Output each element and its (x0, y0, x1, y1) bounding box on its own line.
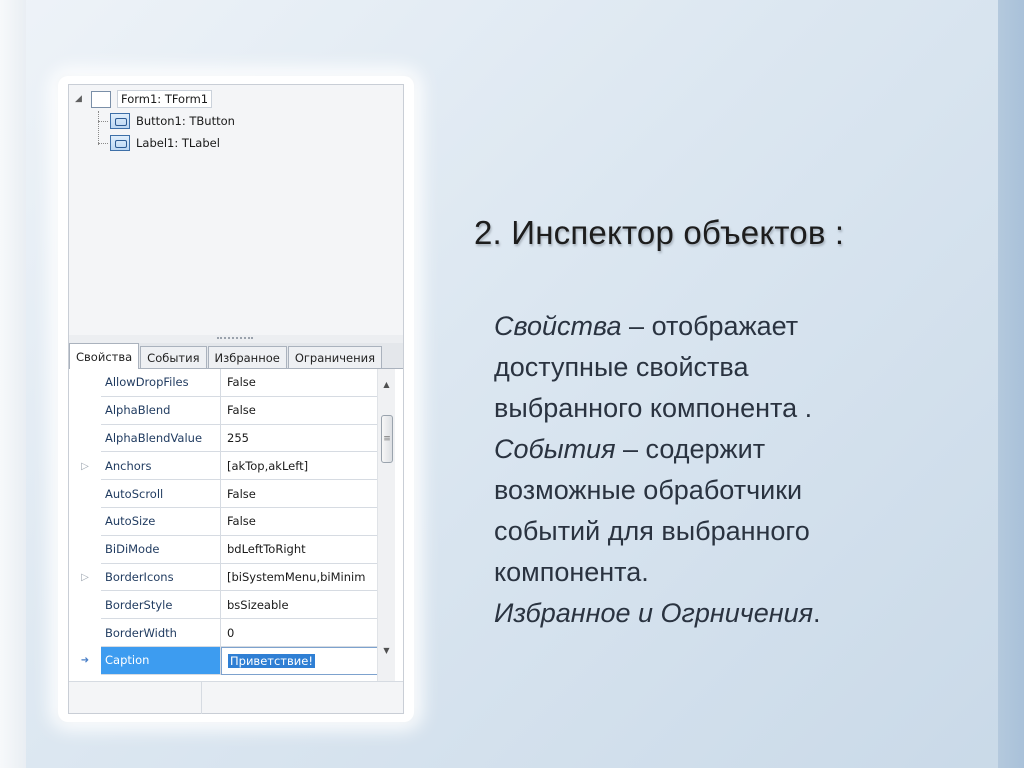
property-value[interactable]: 0 (221, 619, 387, 647)
tree-connector (98, 121, 108, 122)
row-gutter (69, 619, 101, 647)
tree-node-button1[interactable]: Button1: TButton (110, 111, 235, 131)
collapse-icon[interactable]: ◢ (75, 94, 85, 104)
selected-text[interactable]: Приветствие! (228, 653, 315, 668)
property-value-editor[interactable]: Приветствие! (221, 646, 387, 675)
property-value[interactable]: False (221, 369, 387, 397)
inspector-tabs: Свойства События Избранное Ограничения (69, 343, 403, 369)
property-row[interactable]: BorderWidth 0 (69, 619, 387, 647)
property-row[interactable]: ▷ BorderIcons [biSystemMenu,biMinim (69, 563, 387, 592)
property-grid: AllowDropFiles False AlphaBlend False Al… (69, 369, 387, 681)
property-name[interactable]: Caption (101, 646, 221, 675)
expand-arrow-icon[interactable]: ▷ (69, 563, 101, 592)
property-name[interactable]: BorderIcons (101, 563, 221, 592)
tree-node-form1[interactable]: ◢ Form1: TForm1 (75, 89, 213, 109)
expand-arrow-icon[interactable]: ▷ (69, 452, 101, 481)
scroll-up-arrow-icon[interactable]: ▲ (378, 375, 395, 393)
left-edge-strip (0, 0, 26, 768)
tree-node-label1[interactable]: Label1: TLabel (110, 133, 220, 153)
property-value[interactable]: False (221, 508, 387, 536)
row-gutter (69, 424, 101, 453)
row-gutter (69, 507, 101, 536)
row-gutter (69, 591, 101, 620)
current-row-arrow-icon: ➜ (69, 646, 101, 675)
property-row[interactable]: ▷ Anchors [akTop,akLeft] (69, 452, 387, 481)
property-value[interactable]: bsSizeable (221, 591, 387, 620)
property-name[interactable]: BorderStyle (101, 591, 221, 620)
tab-properties[interactable]: Свойства (69, 343, 140, 369)
property-row[interactable]: AutoScroll False (69, 480, 387, 508)
body-line: Свойства – отображает (494, 311, 799, 341)
right-edge-strip (998, 0, 1024, 768)
property-name[interactable]: Anchors (101, 452, 221, 481)
slide-title: 2. Инспектор объектов : (474, 214, 845, 251)
tab-favorites[interactable]: Избранное (207, 346, 287, 368)
label-component-icon (110, 135, 130, 151)
property-name[interactable]: AlphaBlend (101, 396, 221, 425)
form-icon (91, 90, 111, 108)
property-name[interactable]: AutoSize (101, 507, 221, 536)
property-value[interactable]: bdLeftToRight (221, 536, 387, 564)
object-inspector-panel: ◢ Form1: TForm1 Button1: TButton Label1:… (68, 84, 404, 714)
body-line: выбранного компонента . (494, 393, 813, 423)
property-row[interactable]: BiDiMode bdLeftToRight (69, 535, 387, 564)
button-component-icon (110, 113, 130, 129)
property-row[interactable]: AutoSize False (69, 507, 387, 536)
property-value[interactable]: False (221, 480, 387, 508)
scroll-down-arrow-icon[interactable]: ▼ (378, 641, 395, 659)
slide-body: Свойства – отображает доступные свойства… (494, 306, 964, 634)
vertical-scrollbar[interactable]: ▲ ≡ ▼ (377, 369, 395, 681)
component-tree: ◢ Form1: TForm1 Button1: TButton Label1:… (69, 85, 403, 335)
row-gutter (69, 480, 101, 508)
body-line: событий для выбранного (494, 516, 810, 546)
body-line: возможные обработчики (494, 475, 803, 505)
body-line: События – содержит (494, 434, 766, 464)
property-row[interactable]: BorderStyle bsSizeable (69, 591, 387, 620)
property-name[interactable]: AutoScroll (101, 480, 221, 508)
scroll-grip-icon: ≡ (383, 434, 391, 444)
property-row-selected[interactable]: ➜ Caption Приветствие! (69, 646, 387, 675)
scroll-thumb[interactable]: ≡ (381, 415, 393, 463)
body-line: Избранное и Огрничения. (494, 598, 821, 628)
tab-restrictions[interactable]: Ограничения (287, 346, 383, 368)
splitter-grip-icon[interactable] (217, 337, 253, 340)
footer-divider (201, 682, 202, 714)
property-name[interactable]: BiDiMode (101, 535, 221, 564)
property-value[interactable]: [akTop,akLeft] (221, 452, 387, 481)
body-line: доступные свойства (494, 352, 749, 382)
property-value[interactable]: 255 (221, 425, 387, 453)
tree-connector (98, 111, 99, 145)
property-value[interactable]: False (221, 397, 387, 425)
term-favorites-restrictions: Избранное и Огрничения (494, 598, 814, 628)
property-row[interactable]: AllowDropFiles False (69, 369, 387, 397)
tab-events[interactable]: События (140, 346, 207, 368)
row-gutter (69, 535, 101, 564)
tree-node-label: Form1: TForm1 (117, 90, 213, 108)
property-row[interactable]: AlphaBlend False (69, 396, 387, 425)
term-events: События (494, 434, 616, 464)
panel-splitter[interactable] (69, 335, 403, 343)
property-name[interactable]: AllowDropFiles (101, 369, 221, 397)
row-gutter (69, 369, 101, 397)
property-name[interactable]: AlphaBlendValue (101, 424, 221, 453)
tree-node-label: Label1: TLabel (136, 136, 220, 150)
property-row[interactable]: AlphaBlendValue 255 (69, 424, 387, 453)
property-name[interactable]: BorderWidth (101, 619, 221, 647)
property-value[interactable]: [biSystemMenu,biMinim (221, 564, 387, 592)
tree-connector (98, 143, 108, 144)
row-gutter (69, 396, 101, 425)
body-line: компонента. (494, 557, 649, 587)
term-properties: Свойства (494, 311, 622, 341)
inspector-footer (69, 681, 403, 714)
tree-node-label: Button1: TButton (136, 114, 235, 128)
